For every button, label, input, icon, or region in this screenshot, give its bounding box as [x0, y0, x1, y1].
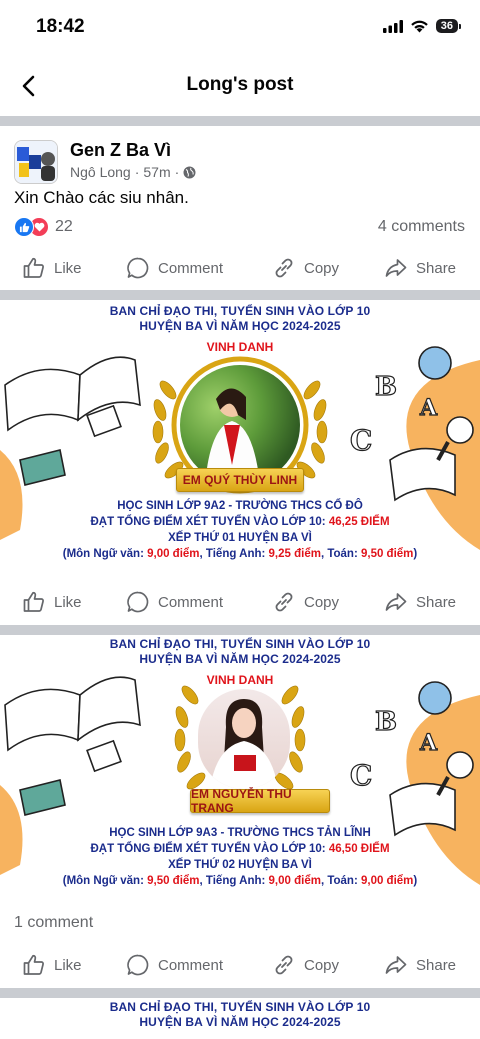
share-button[interactable]: Share: [384, 953, 456, 977]
divider: [0, 625, 480, 635]
nav-header: Long's post: [0, 56, 480, 116]
like-button[interactable]: Like: [22, 256, 82, 280]
comment-button[interactable]: Comment: [126, 953, 223, 977]
comment-icon: [127, 257, 149, 279]
student-details: HỌC SINH LỚP 9A2 - TRƯỜNG THCS CỔ ĐÔ ĐẠT…: [62, 500, 418, 560]
reactions-summary[interactable]: 22: [14, 216, 73, 238]
share-button[interactable]: Share: [384, 256, 456, 280]
copy-button[interactable]: Copy: [272, 590, 339, 614]
student-photo: [180, 365, 300, 485]
like-icon: [23, 954, 44, 975]
share-icon: [385, 956, 407, 974]
post-text: Xin Chào các siu nhân.: [14, 188, 189, 207]
comment-icon: [127, 591, 149, 613]
copy-icon: [275, 258, 293, 278]
name-ribbon: EM NGUYỄN THU TRANG: [190, 787, 330, 815]
page-title: Long's post: [186, 74, 294, 95]
comments-count-link[interactable]: 4 comments: [378, 218, 465, 236]
svg-text:A: A: [419, 395, 438, 421]
student-details: HỌC SINH LỚP 9A3 - TRƯỜNG THCS TẢN LĨNH …: [62, 827, 418, 887]
honor-image-2[interactable]: B C A BAN CHỈ ĐẠO THI, TUYỂN SINH VÀO LỚ…: [0, 635, 480, 900]
post-meta: Ngô Long · 57m ·: [70, 164, 196, 180]
copy-icon: [275, 592, 293, 612]
svg-text:C: C: [350, 759, 372, 792]
divider: [0, 116, 480, 126]
card-title: BAN CHỈ ĐẠO THI, TUYỂN SINH VÀO LỚP 10 H…: [109, 637, 371, 666]
svg-text:B: B: [375, 372, 397, 402]
copy-button[interactable]: Copy: [272, 953, 339, 977]
group-logo-icon: [15, 141, 57, 183]
svg-text:A: A: [419, 730, 438, 756]
honor-label: VINH DANH: [206, 673, 274, 687]
globe-icon: [183, 166, 196, 178]
meta-separator: ·: [174, 164, 180, 180]
share-button[interactable]: Share: [384, 590, 456, 614]
group-name[interactable]: Gen Z Ba Vì: [70, 140, 171, 161]
like-button[interactable]: Like: [22, 590, 82, 614]
wifi-icon: [410, 20, 428, 33]
action-bar: Like Comment Copy Share: [0, 945, 480, 985]
status-time: 18:42: [36, 16, 85, 37]
like-reaction-icon: [14, 217, 34, 237]
card-title: BAN CHỈ ĐẠO THI, TUYỂN SINH VÀO LỚP 10 H…: [109, 1000, 371, 1029]
action-bar: Like Comment Copy Share: [0, 582, 480, 622]
svg-text:C: C: [350, 424, 372, 457]
comment-button[interactable]: Comment: [126, 590, 223, 614]
student-photo: [198, 689, 290, 789]
divider: [0, 988, 480, 998]
reaction-count: 22: [55, 218, 73, 235]
name-ribbon: EM QUÝ THÙY LINH: [176, 468, 304, 492]
group-avatar[interactable]: [14, 140, 58, 184]
post-time[interactable]: 57m: [143, 164, 170, 180]
share-icon: [385, 593, 407, 611]
status-icons: 36: [382, 19, 462, 33]
comment-icon: [127, 954, 149, 976]
honor-image-3[interactable]: BAN CHỈ ĐẠO THI, TUYỂN SINH VÀO LỚP 10 H…: [0, 998, 480, 1039]
comment-button[interactable]: Comment: [126, 256, 223, 280]
like-icon: [23, 591, 44, 612]
honor-image-1[interactable]: B C A BAN CHỈ ĐẠO THI, TUYỂN SINH VÀO LỚ…: [0, 300, 480, 576]
share-icon: [385, 259, 407, 277]
like-icon: [23, 257, 44, 278]
post-header: Gen Z Ba Vì Ngô Long · 57m ·: [0, 134, 480, 186]
svg-text:B: B: [375, 707, 397, 737]
signal-icon: [382, 19, 403, 33]
comments-count-link[interactable]: 1 comment: [14, 914, 93, 932]
copy-icon: [275, 955, 293, 975]
divider: [0, 290, 480, 300]
copy-button[interactable]: Copy: [272, 256, 339, 280]
action-bar: Like Comment Copy Share: [0, 248, 480, 288]
honor-label: VINH DANH: [206, 340, 274, 354]
author-name[interactable]: Ngô Long: [70, 164, 131, 180]
battery-indicator: 36: [435, 19, 462, 33]
card-title: BAN CHỈ ĐẠO THI, TUYỂN SINH VÀO LỚP 10 H…: [109, 304, 371, 333]
like-button[interactable]: Like: [22, 953, 82, 977]
status-bar: 18:42 36: [0, 0, 480, 56]
meta-separator: ·: [134, 164, 140, 180]
